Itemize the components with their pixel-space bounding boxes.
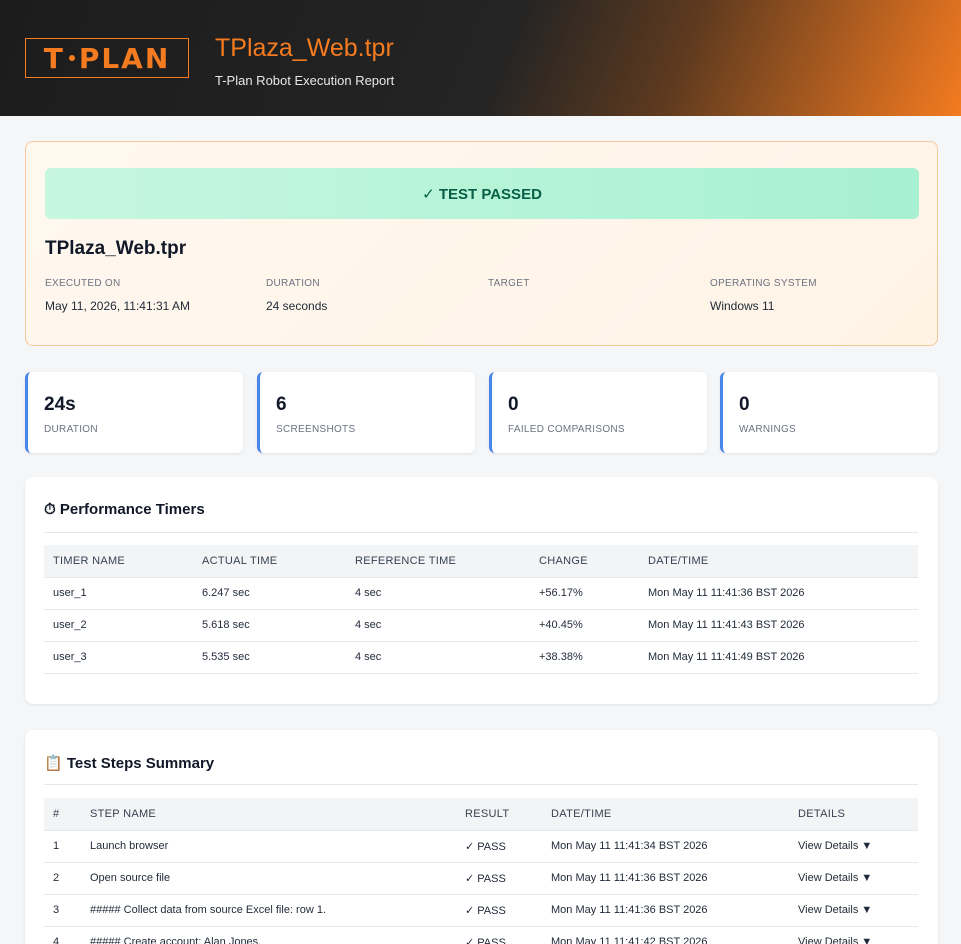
test-steps-title: 📋 Test Steps Summary (44, 755, 215, 772)
pass-badge: ✓ PASS (456, 830, 542, 863)
performance-timers-title: ⏱ Performance Timers (44, 501, 205, 518)
table-row: 1 Launch browser ✓ PASS Mon May 11 11:41… (44, 830, 918, 863)
pass-badge: ✓ PASS (456, 894, 542, 927)
stat-card-warnings: 0 Warnings (720, 372, 938, 453)
col-number[interactable]: # (44, 798, 81, 831)
change-value: +40.45% (530, 609, 639, 642)
col-step-name[interactable]: Step Name (81, 798, 456, 831)
col-details[interactable]: Details (789, 798, 918, 831)
divider (44, 532, 918, 533)
report-title: TPlaza_Web.tpr (215, 34, 394, 62)
test-steps-panel: 📋 Test Steps Summary # Step Name Result … (25, 730, 938, 944)
meta-duration: Duration 24 seconds (266, 278, 328, 313)
pass-badge: ✓ PASS (456, 926, 542, 944)
report-subtitle: T-Plan Robot Execution Report (215, 73, 395, 88)
view-details-link[interactable]: View Details ▼ (789, 894, 918, 927)
col-reference-time[interactable]: Reference Time (346, 545, 530, 578)
col-change[interactable]: Change (530, 545, 639, 578)
performance-timers-panel: ⏱ Performance Timers Timer Name Actual T… (25, 477, 938, 704)
table-header-row: # Step Name Result Date/Time Details (44, 798, 918, 831)
change-value: +56.17% (530, 577, 639, 610)
test-passed-banner: ✓ TEST PASSED (45, 168, 919, 219)
meta-target: Target (488, 278, 530, 289)
pass-badge: ✓ PASS (456, 862, 542, 895)
test-steps-table: # Step Name Result Date/Time Details 1 L… (44, 798, 918, 944)
report-header: T PLAN TPlaza_Web.tpr T-Plan Robot Execut… (0, 0, 961, 116)
script-name: TPlaza_Web.tpr (45, 238, 187, 259)
meta-executed-on: Executed On May 11, 2026, 11:41:31 AM (45, 278, 190, 313)
view-details-link[interactable]: View Details ▼ (789, 926, 918, 944)
logo-dot-icon (68, 55, 75, 61)
table-row: user_3 5.535 sec 4 sec +38.38% Mon May 1… (44, 641, 918, 674)
change-value: +38.38% (530, 641, 639, 674)
col-datetime[interactable]: Date/Time (639, 545, 918, 578)
tplan-logo: T PLAN (25, 38, 189, 78)
col-timer-name[interactable]: Timer Name (44, 545, 193, 578)
table-header-row: Timer Name Actual Time Reference Time Ch… (44, 545, 918, 578)
table-row: user_1 6.247 sec 4 sec +56.17% Mon May 1… (44, 577, 918, 610)
meta-operating-system: Operating System Windows 11 (710, 278, 817, 313)
stat-card-duration: 24s Duration (25, 372, 243, 453)
divider (44, 784, 918, 785)
view-details-link[interactable]: View Details ▼ (789, 830, 918, 863)
table-row: user_2 5.618 sec 4 sec +40.45% Mon May 1… (44, 609, 918, 642)
performance-timers-table: Timer Name Actual Time Reference Time Ch… (44, 545, 918, 674)
col-result[interactable]: Result (456, 798, 542, 831)
stat-card-screenshots: 6 Screenshots (257, 372, 475, 453)
col-datetime[interactable]: Date/Time (542, 798, 789, 831)
col-actual-time[interactable]: Actual Time (193, 545, 346, 578)
status-card: ✓ TEST PASSED TPlaza_Web.tpr Executed On… (25, 141, 938, 346)
table-row: 3 ##### Collect data from source Excel f… (44, 894, 918, 927)
stat-card-failed-comparisons: 0 Failed Comparisons (489, 372, 707, 453)
table-row: 4 ##### Create account: Alan Jones. ✓ PA… (44, 926, 918, 944)
table-row: 2 Open source file ✓ PASS Mon May 11 11:… (44, 862, 918, 895)
view-details-link[interactable]: View Details ▼ (789, 862, 918, 895)
